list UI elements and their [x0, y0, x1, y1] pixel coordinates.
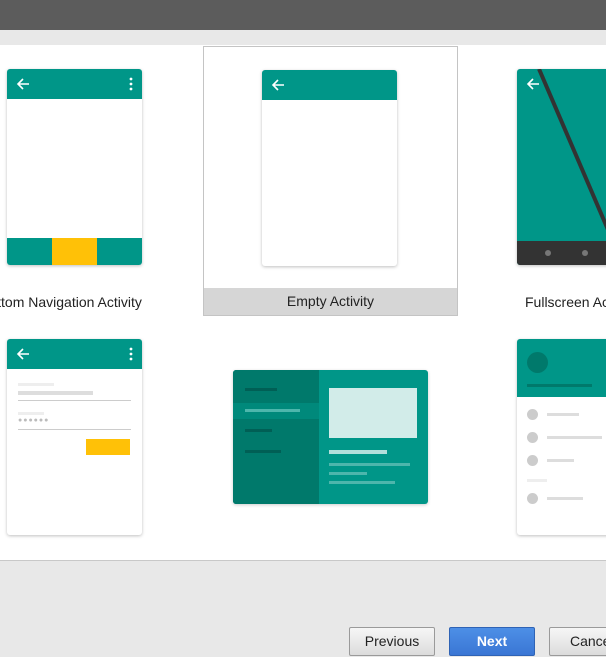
- nav-dot: [582, 250, 588, 256]
- drawer-item-text: [547, 459, 574, 462]
- drawer-section-label: [527, 479, 547, 482]
- drawer-item-text: [547, 436, 602, 439]
- drawer-item: [527, 432, 538, 443]
- app-bar: [7, 339, 142, 369]
- drawer-item: [527, 409, 538, 420]
- password-field: ●●●●●●: [18, 417, 50, 424]
- master-item: [245, 388, 277, 391]
- back-arrow-icon: [16, 78, 29, 90]
- template-label: Empty Activity: [286, 293, 375, 309]
- master-list-pane: [233, 370, 319, 504]
- nav-dot: [545, 250, 551, 256]
- template-preview: [517, 339, 606, 535]
- master-item: [245, 450, 281, 453]
- template-label: Fullscreen Activity: [525, 294, 606, 310]
- cancel-button[interactable]: Cancel: [549, 627, 606, 656]
- detail-text-line: [329, 481, 395, 484]
- master-item: [245, 429, 272, 432]
- back-arrow-icon: [271, 79, 284, 91]
- email-underline: [18, 400, 131, 401]
- overflow-menu-icon: [129, 347, 133, 361]
- template-label: Bottom Navigation Activity: [0, 294, 142, 310]
- detail-image: [329, 388, 417, 438]
- overflow-menu-icon: [129, 77, 133, 91]
- previous-button[interactable]: Previous: [349, 627, 435, 656]
- template-card-bottom-navigation[interactable]: Bottom Navigation Activity: [0, 45, 190, 315]
- email-field: [18, 391, 93, 395]
- drawer-item: [527, 455, 538, 466]
- bottom-nav-selected-item: [52, 238, 97, 265]
- drawer-item-text: [547, 413, 579, 416]
- sign-in-button: [86, 439, 130, 455]
- detail-text-line: [329, 450, 387, 454]
- fullscreen-diagonal-graphic: [537, 69, 606, 231]
- back-arrow-icon: [16, 348, 29, 360]
- next-button[interactable]: Next: [449, 627, 535, 656]
- title-bar: [0, 0, 606, 30]
- template-card-fullscreen[interactable]: Fullscreen Activity: [470, 45, 606, 315]
- drawer-header-text: [527, 384, 592, 387]
- selected-label-background: Empty Activity: [204, 288, 457, 315]
- template-preview: [262, 70, 397, 266]
- template-preview: [233, 370, 428, 504]
- drawer-item: [527, 493, 538, 504]
- drawer-header: [517, 339, 606, 397]
- password-underline: [18, 429, 131, 430]
- system-navigation-bar: [517, 241, 606, 265]
- template-card-master-detail[interactable]: [203, 325, 458, 560]
- app-bar: [7, 69, 142, 99]
- template-card-empty-activity[interactable]: Empty Activity: [203, 46, 458, 316]
- template-preview: ●●●●●●: [7, 339, 142, 535]
- bottom-navigation-bar: [7, 238, 142, 265]
- drawer-avatar: [527, 352, 548, 373]
- template-preview: [517, 69, 606, 265]
- template-card-login[interactable]: ●●●●●●: [0, 325, 190, 560]
- template-card-navigation-drawer[interactable]: [470, 325, 606, 560]
- password-label-placeholder: [18, 412, 44, 415]
- back-arrow-icon: [526, 78, 539, 90]
- detail-text-line: [329, 472, 367, 475]
- app-bar: [262, 70, 397, 100]
- template-gallery: Bottom Navigation Activity Empty Activit…: [0, 45, 606, 561]
- template-preview: [7, 69, 142, 265]
- drawer-item-text: [547, 497, 583, 500]
- email-label-placeholder: [18, 383, 54, 386]
- detail-text-line: [329, 463, 410, 466]
- header-spacer: [0, 30, 606, 45]
- master-item-selected: [233, 403, 319, 419]
